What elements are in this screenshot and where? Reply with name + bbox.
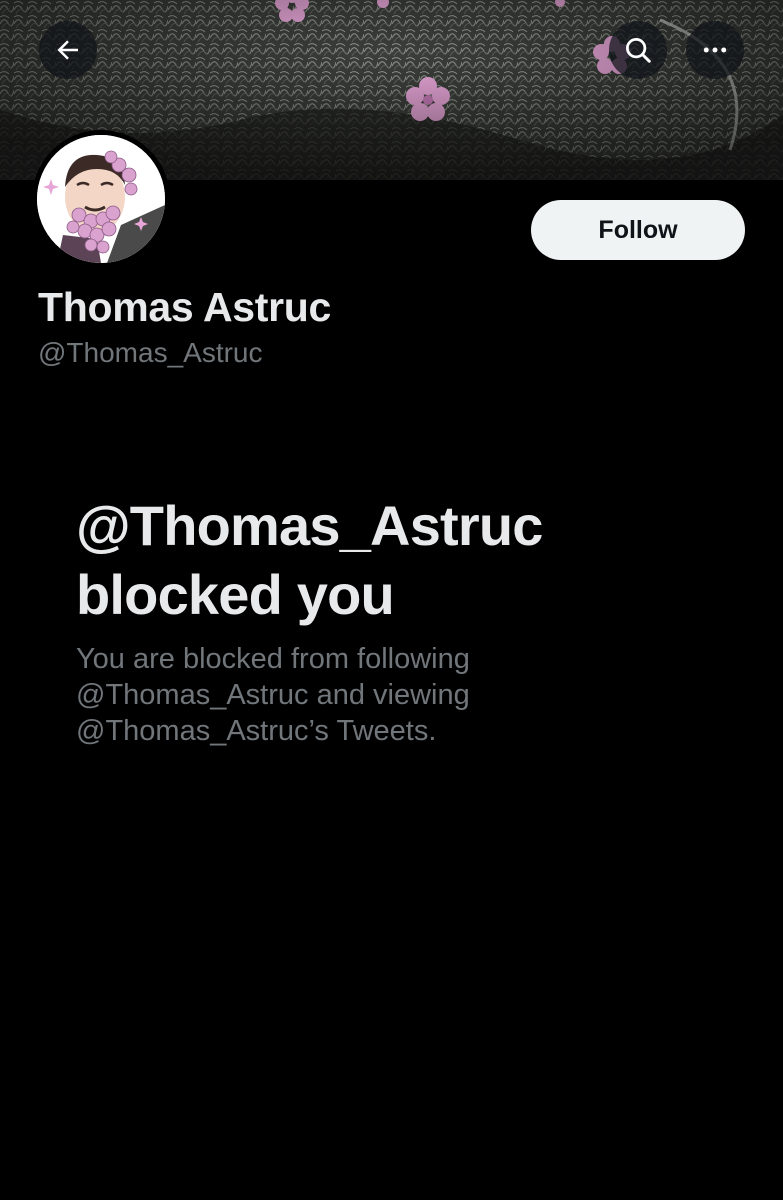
more-options-button[interactable] <box>686 21 744 79</box>
blocked-description: You are blocked from following @Thomas_A… <box>76 641 736 749</box>
follow-button[interactable]: Follow <box>531 200 745 260</box>
avatar[interactable] <box>32 130 170 268</box>
blocked-heading-line: @Thomas_Astruc <box>76 494 543 557</box>
blocked-description-line: You are blocked from following <box>76 643 470 675</box>
display-name: Thomas Astruc <box>38 284 332 330</box>
search-button[interactable] <box>609 21 667 79</box>
user-handle: @Thomas_Astruc <box>38 337 263 368</box>
blocked-description-line: @Thomas_Astruc’s Tweets. <box>76 715 437 747</box>
blocked-heading: @Thomas_Astruc blocked you <box>76 491 736 629</box>
arrow-left-icon <box>57 40 78 60</box>
blocked-heading-line: blocked you <box>76 563 395 626</box>
more-horizontal-icon <box>703 47 727 53</box>
blocked-description-line: @Thomas_Astruc and viewing <box>76 679 470 711</box>
back-button[interactable] <box>39 21 97 79</box>
avatar-image <box>37 135 165 263</box>
search-icon <box>626 38 651 63</box>
